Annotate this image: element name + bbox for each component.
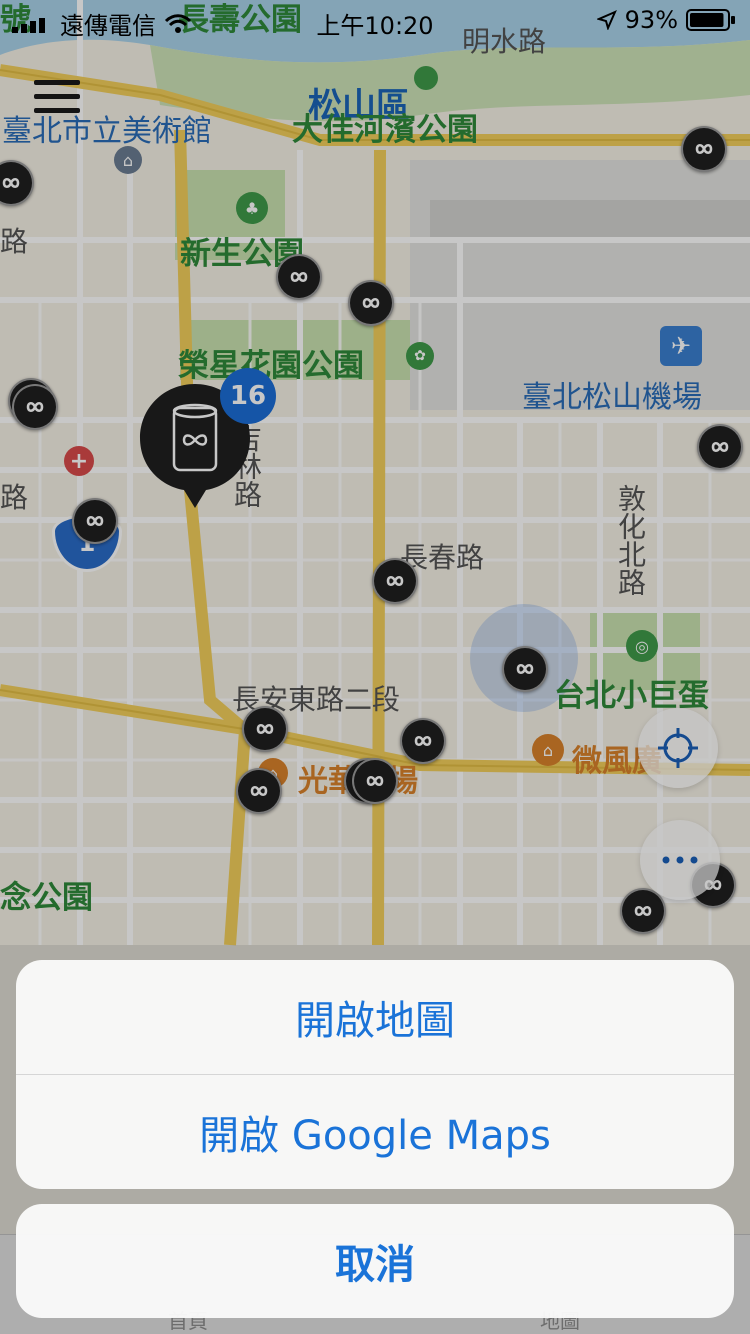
cancel-button[interactable]: 取消	[16, 1204, 734, 1318]
action-sheet-cancel-group: 取消	[16, 1204, 734, 1318]
open-maps-button[interactable]: 開啟地圖	[16, 960, 734, 1074]
action-sheet-options: 開啟地圖 開啟 Google Maps	[16, 960, 734, 1189]
open-google-maps-button[interactable]: 開啟 Google Maps	[16, 1075, 734, 1189]
